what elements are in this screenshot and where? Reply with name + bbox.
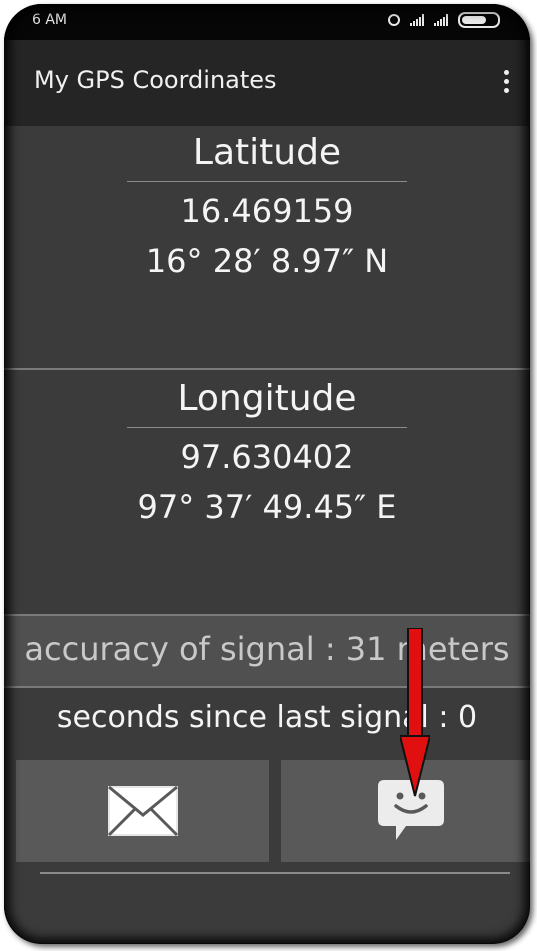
signal-1-icon <box>410 14 424 26</box>
app-bar: My GPS Coordinates <box>4 40 530 126</box>
status-icons <box>388 12 500 28</box>
battery-icon <box>458 12 500 28</box>
envelope-icon <box>107 785 178 837</box>
overflow-menu-icon[interactable] <box>502 70 510 93</box>
hotspot-icon <box>388 14 400 26</box>
status-bar: 6 AM <box>4 4 530 40</box>
latitude-divider <box>127 181 407 182</box>
longitude-label: Longitude <box>177 378 357 419</box>
signal-2-icon <box>434 14 448 26</box>
latitude-label: Latitude <box>192 132 342 173</box>
email-button[interactable] <box>16 760 269 862</box>
latitude-dms: 16° 28′ 8.97″ N <box>145 242 389 280</box>
latitude-decimal: 16.469159 <box>180 192 354 230</box>
status-time: 6 AM <box>32 12 68 28</box>
section-divider <box>4 368 530 370</box>
longitude-dms: 97° 37′ 49.45″ E <box>137 488 397 526</box>
phone-screen: 6 AM My GPS Coordinates Latitude 16.4691… <box>4 4 530 944</box>
red-arrow-annotation <box>400 628 430 797</box>
longitude-section: Longitude 97.630402 97° 37′ 49.45″ E <box>4 378 530 526</box>
accuracy-text: accuracy of signal : 31 meters <box>4 616 530 686</box>
app-title: My GPS Coordinates <box>34 66 277 94</box>
seconds-text: seconds since last signal : 0 <box>56 700 478 735</box>
latitude-section: Latitude 16.469159 16° 28′ 8.97″ N <box>4 132 530 280</box>
bottom-divider <box>40 872 510 874</box>
longitude-divider <box>127 427 407 428</box>
longitude-decimal: 97.630402 <box>180 438 354 476</box>
